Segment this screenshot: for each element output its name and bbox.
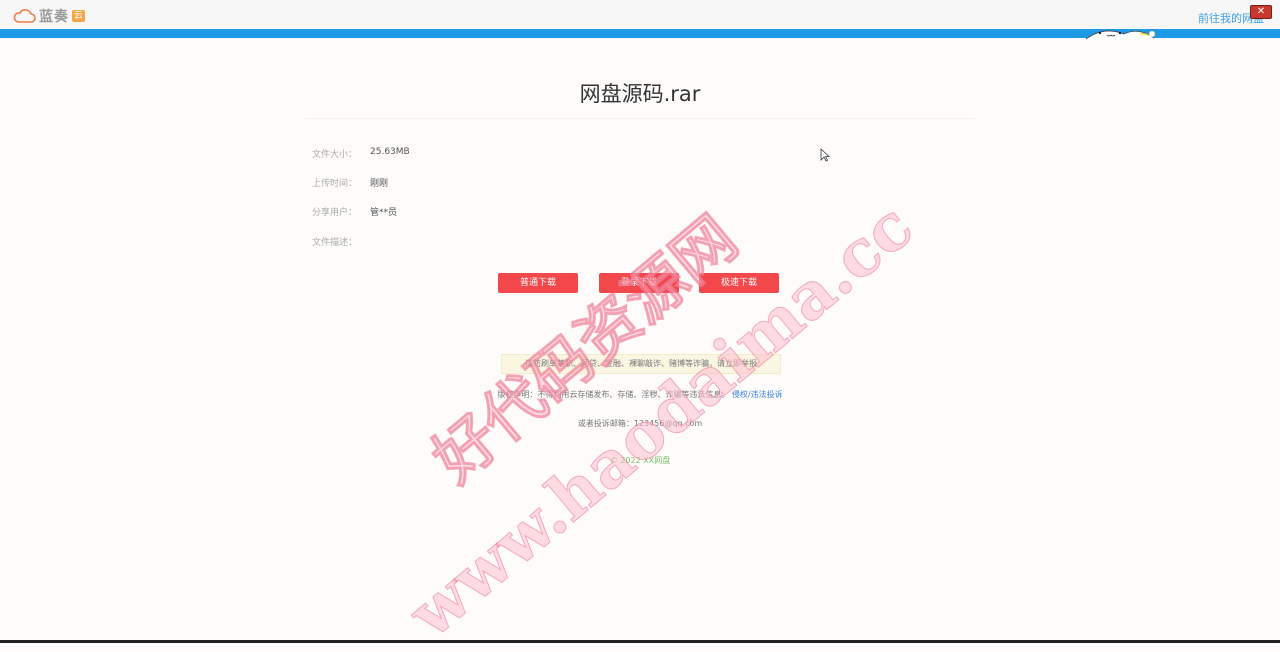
logo-badge: 云 (72, 10, 86, 22)
report-link[interactable]: 侵权/违法投诉 (732, 390, 783, 399)
title-divider (305, 118, 975, 119)
logo[interactable]: 蓝奏 云 (12, 6, 86, 26)
fraud-notice: 谨防刷单兼职、网贷、金融、裸聊敲诈、赌博等诈骗，请立即举报 (501, 354, 781, 374)
close-button[interactable]: ✕ (1250, 5, 1272, 19)
normal-download-button[interactable]: 普通下载 (498, 273, 578, 293)
share-user-label: 分享用户： (312, 208, 358, 218)
copyright-disclaimer: 版权声明：不得利用云存储发布、存储、淫秽、诈骗等违法信息。 侵权/违法投诉 (0, 389, 1280, 400)
file-title: 网盘源码.rar (579, 82, 701, 106)
complaint-email: 或者投诉邮箱：123456@qq.com (577, 419, 703, 428)
file-description-label: 文件描述： (312, 238, 358, 248)
upload-time-value: 刚刚 (370, 179, 389, 189)
watermark-text-cn: 好代码资源网 (418, 201, 751, 497)
logo-text: 蓝奏 (39, 9, 69, 25)
file-size-label: 文件大小： (312, 150, 358, 160)
file-size-value: 25.63MB (370, 147, 410, 157)
mascot-icon (1085, 30, 1156, 40)
upload-time-label: 上传时间： (312, 179, 358, 189)
cloud-icon (13, 9, 36, 23)
top-bar: 蓝奏 云 前往我的网盘 ✕ (0, 0, 1280, 29)
share-user-value: 管**员 (370, 208, 398, 218)
disclaimer-text: 版权声明：不得利用云存储发布、存储、淫秽、诈骗等违法信息。 (497, 390, 730, 399)
fast-download-button[interactable]: 极速下载 (699, 273, 779, 293)
login-download-button[interactable]: 登录下载 (599, 273, 679, 293)
mouse-cursor-icon (820, 148, 830, 162)
footer-copyright: © 2022 XX网盘 (609, 456, 671, 465)
